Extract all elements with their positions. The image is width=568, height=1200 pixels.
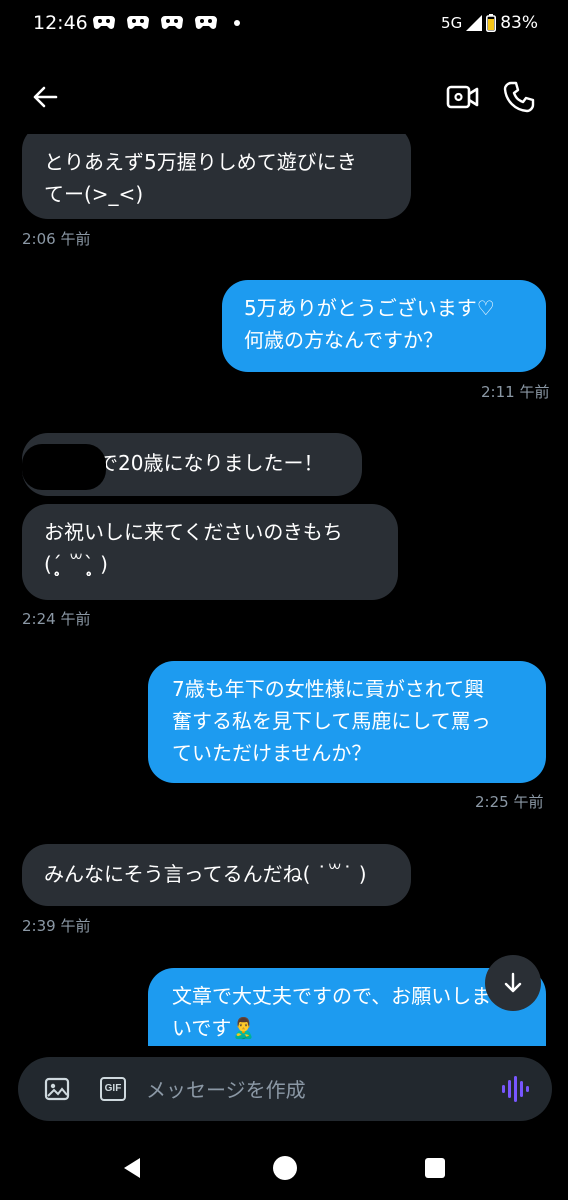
contact-name-redacted bbox=[88, 90, 178, 104]
status-time: 12:46 bbox=[33, 12, 88, 34]
battery-icon bbox=[486, 14, 497, 32]
nav-back-icon[interactable] bbox=[120, 1156, 144, 1180]
video-call-icon[interactable] bbox=[446, 82, 480, 112]
game-controller-icon bbox=[195, 16, 217, 29]
message-list[interactable]: とりあえず5万握りしめて遊びにき てー(>_<) 2:06 午前 5万ありがとう… bbox=[0, 134, 568, 1046]
phone-icon[interactable] bbox=[502, 80, 536, 114]
back-arrow-icon[interactable] bbox=[28, 80, 62, 114]
message-composer: GIF メッセージを作成 bbox=[18, 1057, 552, 1121]
gif-button[interactable]: GIF bbox=[100, 1077, 126, 1101]
network-type: 5G bbox=[441, 14, 463, 32]
message-timestamp: 2:11 午前 bbox=[481, 383, 550, 401]
status-right: 5G 83% bbox=[441, 13, 538, 33]
game-controller-icon bbox=[93, 16, 115, 29]
received-message[interactable]: みんなにそう言ってるんだね( ˙꒳˙ ) bbox=[22, 844, 411, 906]
conversation-header bbox=[0, 70, 568, 124]
redacted-text bbox=[22, 444, 106, 490]
received-message[interactable]: お祝いしに来てくださいのきもち (ˊ̥̥̥̥̥ ꒳ˋ̥̥̥̥̥ ) bbox=[22, 504, 398, 600]
notification-icons bbox=[92, 13, 240, 31]
message-timestamp: 2:39 午前 bbox=[22, 917, 91, 935]
system-navigation-bar bbox=[0, 1140, 568, 1200]
message-timestamp: 2:25 午前 bbox=[475, 793, 544, 811]
message-input[interactable]: メッセージを作成 bbox=[146, 1074, 306, 1103]
sent-message[interactable]: 5万ありがとうございます♡ 何歳の方なんですか？ bbox=[222, 280, 546, 372]
game-controller-icon bbox=[161, 16, 183, 29]
scroll-to-bottom-button[interactable] bbox=[485, 955, 541, 1011]
voice-message-icon[interactable] bbox=[500, 1075, 530, 1103]
more-notifications-dot-icon bbox=[234, 20, 240, 26]
message-timestamp: 2:24 午前 bbox=[22, 610, 91, 628]
nav-recents-icon[interactable] bbox=[425, 1158, 445, 1178]
message-timestamp: 2:06 午前 bbox=[22, 230, 91, 248]
sent-message[interactable]: 7歳も年下の女性様に貢がされて興 奮する私を見下して馬鹿にして罵っ ていただけま… bbox=[148, 661, 546, 783]
nav-home-icon[interactable] bbox=[273, 1156, 297, 1180]
status-bar: 12:46 5G 83% bbox=[0, 0, 568, 48]
received-message[interactable]: とりあえず5万握りしめて遊びにき てー(>_<) bbox=[22, 134, 411, 219]
battery-percent: 83% bbox=[500, 13, 538, 33]
image-icon[interactable] bbox=[44, 1077, 70, 1101]
arrow-down-icon bbox=[504, 972, 522, 993]
signal-icon bbox=[466, 15, 483, 31]
game-controller-icon bbox=[127, 16, 149, 29]
